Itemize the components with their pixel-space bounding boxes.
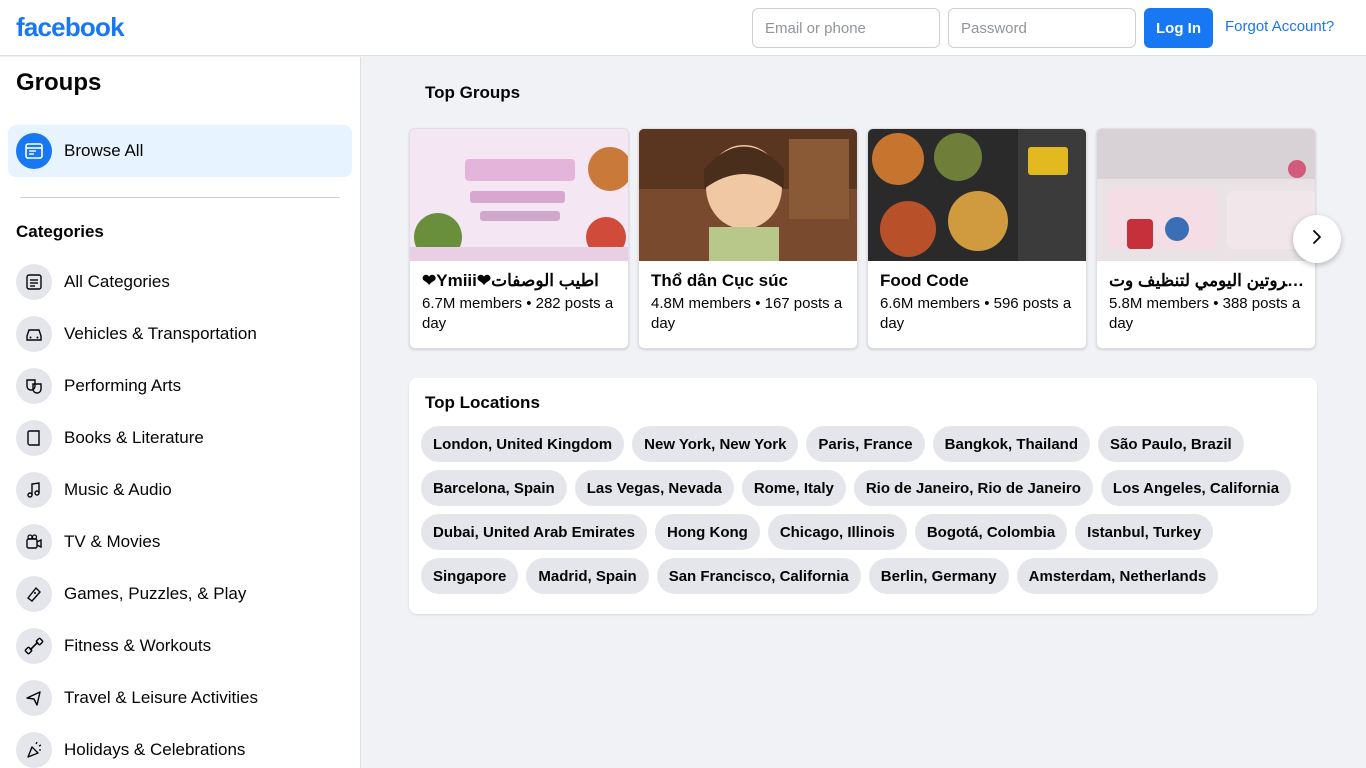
category-vehicles[interactable]: Vehicles & Transportation bbox=[16, 308, 346, 360]
category-label: Performing Arts bbox=[64, 376, 182, 395]
categories-heading: Categories bbox=[16, 222, 104, 241]
location-chip[interactable]: Rome, Italy bbox=[741, 470, 846, 506]
location-chip-list: London, United Kingdom New York, New Yor… bbox=[421, 426, 1301, 602]
location-chip[interactable]: Bangkok, Thailand bbox=[932, 426, 1090, 462]
group-name: Thổ dân Cục súc bbox=[651, 271, 788, 290]
category-label: Games, Puzzles, & Play bbox=[64, 584, 247, 603]
car-icon bbox=[16, 316, 52, 352]
location-chip[interactable]: Berlin, Germany bbox=[868, 558, 1009, 594]
book-icon bbox=[16, 420, 52, 456]
forgot-account-link[interactable]: Forgot Account? bbox=[1225, 18, 1334, 35]
location-chip[interactable]: London, United Kingdom bbox=[421, 426, 625, 462]
location-chip[interactable]: Singapore bbox=[421, 558, 519, 594]
group-meta: 6.7M members • 282 posts a day bbox=[422, 295, 614, 332]
category-performing-arts[interactable]: Performing Arts bbox=[16, 360, 346, 412]
category-label: Holidays & Celebrations bbox=[64, 740, 246, 759]
group-cover-image bbox=[639, 129, 857, 261]
group-cover-image bbox=[868, 129, 1086, 261]
top-bar: facebook Log In Forgot Account? bbox=[0, 0, 1366, 56]
sidebar: Groups Browse All Categories All Categor… bbox=[0, 57, 361, 768]
category-label: Music & Audio bbox=[64, 480, 172, 499]
category-label: All Categories bbox=[64, 272, 170, 291]
airplane-icon bbox=[16, 680, 52, 716]
location-chip[interactable]: Dubai, United Arab Emirates bbox=[421, 514, 647, 550]
location-chip[interactable]: Chicago, Illinois bbox=[767, 514, 907, 550]
game-controller-icon bbox=[16, 576, 52, 612]
group-meta: 6.6M members • 596 posts a day bbox=[880, 295, 1072, 332]
location-chip[interactable]: São Paulo, Brazil bbox=[1098, 426, 1244, 462]
location-chip[interactable]: Istanbul, Turkey bbox=[1075, 514, 1214, 550]
group-name: ❤Ymiii❤اطيب الوصفات bbox=[422, 271, 599, 290]
group-cover-image bbox=[410, 129, 628, 261]
top-locations-panel: Top Locations London, United Kingdom New… bbox=[409, 378, 1317, 614]
location-chip[interactable]: Barcelona, Spain bbox=[421, 470, 567, 506]
carousel-next-button[interactable] bbox=[1293, 215, 1341, 263]
group-card[interactable]: Thổ dân Cục súc 4.8M members • 167 posts… bbox=[638, 128, 858, 349]
category-music[interactable]: Music & Audio bbox=[16, 464, 346, 516]
login-button[interactable]: Log In bbox=[1144, 8, 1213, 48]
group-meta: 5.8M members • 388 posts a day bbox=[1109, 295, 1301, 332]
category-fitness[interactable]: Fitness & Workouts bbox=[16, 620, 346, 672]
group-meta: 4.8M members • 167 posts a day bbox=[651, 295, 843, 332]
divider bbox=[20, 197, 340, 198]
location-chip[interactable]: New York, New York bbox=[632, 426, 799, 462]
category-tv-movies[interactable]: TV & Movies bbox=[16, 516, 346, 568]
category-games[interactable]: Games, Puzzles, & Play bbox=[16, 568, 346, 620]
group-name: Food Code bbox=[880, 271, 969, 290]
category-label: TV & Movies bbox=[64, 532, 161, 551]
group-card[interactable]: الروتين اليومي لتنظيف وت... 5.8M members… bbox=[1096, 128, 1316, 349]
group-card[interactable]: Food Code 6.6M members • 596 posts a day bbox=[867, 128, 1087, 349]
facebook-logo[interactable]: facebook bbox=[16, 12, 125, 43]
dumbbell-icon bbox=[16, 628, 52, 664]
top-groups-carousel: ❤Ymiii❤اطيب الوصفات 6.7M members • 282 p… bbox=[409, 128, 1317, 350]
category-label: Travel & Leisure Activities bbox=[64, 688, 258, 707]
location-chip[interactable]: Los Angeles, California bbox=[1100, 470, 1292, 506]
party-icon bbox=[16, 732, 52, 768]
location-chip[interactable]: Bogotá, Colombia bbox=[914, 514, 1068, 550]
category-all-categories[interactable]: All Categories bbox=[16, 256, 346, 308]
category-travel[interactable]: Travel & Leisure Activities bbox=[16, 672, 346, 724]
page-title: Groups bbox=[16, 69, 102, 96]
top-locations-heading: Top Locations bbox=[425, 393, 540, 412]
list-icon bbox=[16, 264, 52, 300]
top-groups-heading: Top Groups bbox=[425, 83, 521, 102]
theater-masks-icon bbox=[16, 368, 52, 404]
location-chip[interactable]: San Francisco, California bbox=[656, 558, 861, 594]
password-field[interactable] bbox=[948, 8, 1136, 48]
video-camera-icon bbox=[16, 524, 52, 560]
category-label: Books & Literature bbox=[64, 428, 204, 447]
browse-all-item[interactable]: Browse All bbox=[8, 125, 352, 177]
music-note-icon bbox=[16, 472, 52, 508]
category-label: Fitness & Workouts bbox=[64, 636, 212, 655]
email-field[interactable] bbox=[752, 8, 940, 48]
location-chip[interactable]: Hong Kong bbox=[655, 514, 760, 550]
group-cover-image bbox=[1097, 129, 1315, 261]
category-label: Vehicles & Transportation bbox=[64, 324, 257, 343]
group-card[interactable]: ❤Ymiii❤اطيب الوصفات 6.7M members • 282 p… bbox=[409, 128, 629, 349]
location-chip[interactable]: Las Vegas, Nevada bbox=[574, 470, 734, 506]
chevron-right-icon bbox=[1307, 227, 1327, 252]
group-name: الروتين اليومي لتنظيف وت... bbox=[1109, 271, 1305, 290]
browse-icon bbox=[16, 133, 52, 169]
location-chip[interactable]: Madrid, Spain bbox=[526, 558, 649, 594]
browse-all-label: Browse All bbox=[64, 141, 144, 160]
location-chip[interactable]: Rio de Janeiro, Rio de Janeiro bbox=[853, 470, 1093, 506]
category-books[interactable]: Books & Literature bbox=[16, 412, 346, 464]
location-chip[interactable]: Paris, France bbox=[806, 426, 925, 462]
category-list: All Categories Vehicles & Transportation… bbox=[16, 256, 346, 768]
location-chip[interactable]: Amsterdam, Netherlands bbox=[1016, 558, 1219, 594]
category-holidays[interactable]: Holidays & Celebrations bbox=[16, 724, 346, 768]
